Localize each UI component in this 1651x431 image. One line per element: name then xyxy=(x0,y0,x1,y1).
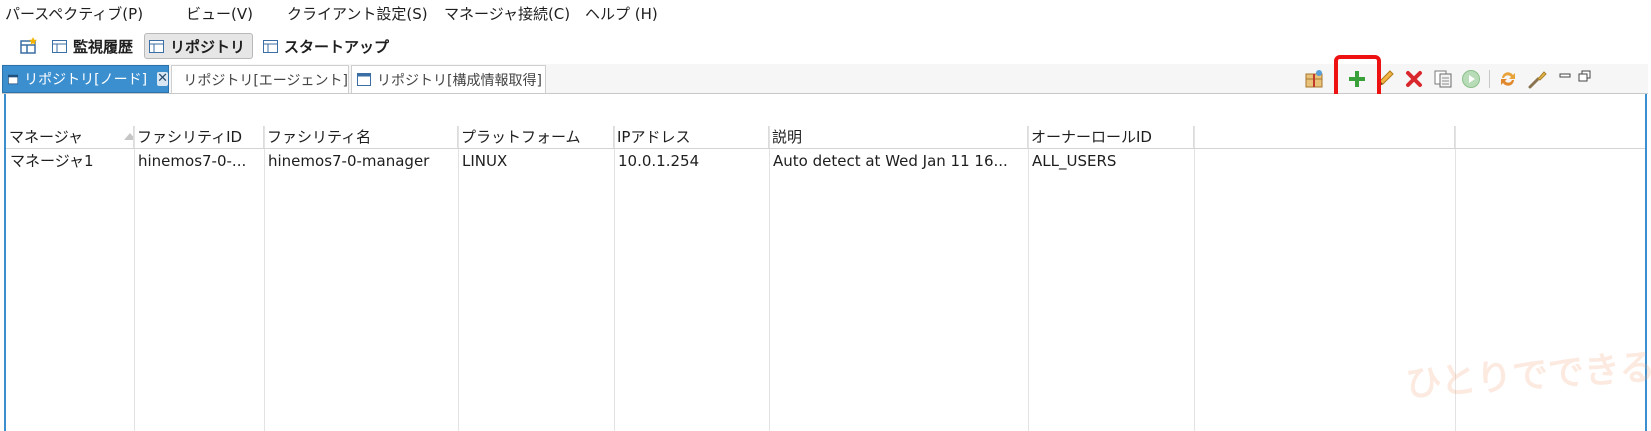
column-header-description[interactable]: 説明 xyxy=(769,126,1028,148)
table-icon xyxy=(52,39,67,53)
menu-client-settings[interactable]: クライアント設定(S) xyxy=(287,3,428,25)
column-header-empty xyxy=(1194,126,1455,148)
view-tab-row: リポジトリ[ノード] ✕ リポジトリ[エージェント] リポジトリ[構成情報取得] xyxy=(2,64,1648,94)
column-header-platform[interactable]: プラットフォーム xyxy=(458,126,614,148)
perspective-repository[interactable]: リポジトリ xyxy=(144,33,253,59)
column-header-ip-address[interactable]: IPアドレス xyxy=(614,126,769,148)
perspective-label: リポジトリ xyxy=(170,37,246,56)
cell-manager: マネージャ1 xyxy=(10,152,94,170)
tab-repository-config[interactable]: リポジトリ[構成情報取得] xyxy=(351,65,546,93)
cell-platform: LINUX xyxy=(462,152,508,170)
cell-facility-name: hinemos7-0-manager xyxy=(268,152,430,170)
refresh-icon[interactable] xyxy=(1497,68,1519,90)
view-icon xyxy=(8,74,19,84)
view-icon xyxy=(357,73,371,86)
menu-bar: パースペクティブ(P) ビュー(V) クライアント設定(S) マネージャ接続(C… xyxy=(0,0,1651,28)
perspective-label: 監視履歴 xyxy=(73,37,134,56)
filter-icon[interactable] xyxy=(1303,68,1325,90)
sort-ascending-icon xyxy=(124,133,133,140)
toolbar-separator xyxy=(1489,70,1490,88)
close-icon[interactable]: ✕ xyxy=(157,72,168,86)
cell-facility-id: hinemos7-0-... xyxy=(138,152,247,170)
column-header-owner-role-id[interactable]: オーナーロールID xyxy=(1028,126,1194,148)
table-icon xyxy=(149,39,164,53)
column-divider xyxy=(1194,126,1195,431)
tab-label: リポジトリ[構成情報取得] xyxy=(377,72,542,89)
column-header-facility-id[interactable]: ファシリティID xyxy=(134,126,264,148)
column-header-facility-name[interactable]: ファシリティ名 xyxy=(264,126,458,148)
open-perspective-icon[interactable] xyxy=(18,35,40,57)
menu-perspective[interactable]: パースペクティブ(P) xyxy=(5,3,143,25)
perspective-startup[interactable]: スタートアップ xyxy=(259,33,395,59)
tab-label: リポジトリ[エージェント] xyxy=(183,72,348,89)
column-header-manager[interactable]: マネージャ xyxy=(6,126,134,148)
cell-ip-address: 10.0.1.254 xyxy=(618,152,700,170)
menu-help[interactable]: ヘルプ (H) xyxy=(585,3,658,25)
tab-repository-node[interactable]: リポジトリ[ノード] ✕ xyxy=(2,65,169,93)
settings-icon[interactable] xyxy=(1527,68,1549,90)
table-header: マネージャ ファシリティID ファシリティ名 プラットフォーム IPアドレス 説… xyxy=(6,126,1645,149)
cell-owner-role-id: ALL_USERS xyxy=(1032,152,1117,170)
table-icon xyxy=(263,39,278,53)
tab-label: リポジトリ[ノード] xyxy=(24,72,148,88)
maximize-icon[interactable] xyxy=(1577,68,1599,90)
delete-icon[interactable] xyxy=(1403,68,1425,90)
column-header-label: マネージャ xyxy=(9,128,83,146)
tab-repository-agent[interactable]: リポジトリ[エージェント] xyxy=(171,65,349,93)
perspective-bar: 監視履歴 リポジトリ スタートアップ xyxy=(0,30,1651,62)
perspective-monitor-history[interactable]: 監視履歴 xyxy=(48,33,139,59)
minimize-icon[interactable] xyxy=(1557,68,1579,90)
run-icon[interactable] xyxy=(1460,68,1482,90)
copy-icon[interactable] xyxy=(1432,68,1454,90)
perspective-label: スタートアップ xyxy=(284,37,390,56)
menu-manager-connection[interactable]: マネージャ接続(C) xyxy=(444,3,570,25)
cell-description: Auto detect at Wed Jan 11 16... xyxy=(773,152,1008,170)
menu-view[interactable]: ビュー(V) xyxy=(186,3,253,25)
